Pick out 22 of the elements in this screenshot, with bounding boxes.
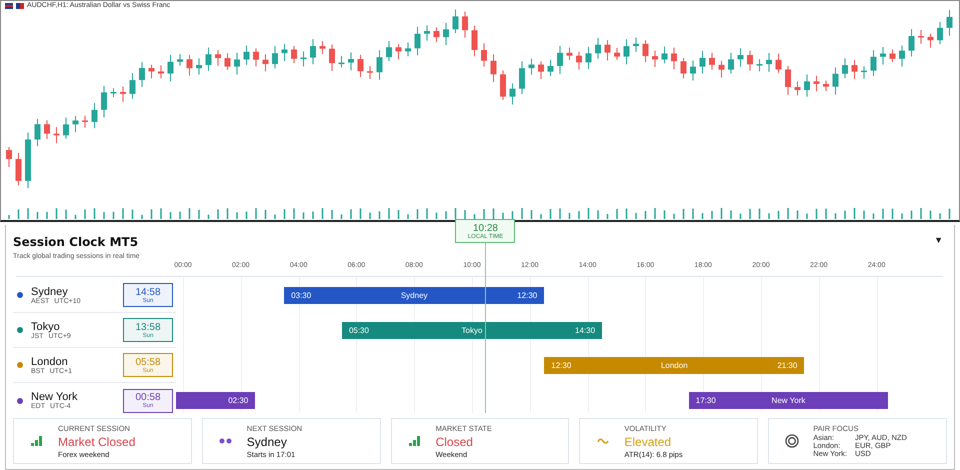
session-bar: 05:30 Tokyo 14:30 [342, 322, 602, 339]
card-value: Closed [436, 434, 474, 449]
city-name: Sydney [31, 286, 69, 298]
card-value: Market Closed [58, 434, 136, 449]
flag-icon [5, 2, 13, 8]
signal-bars-icon [408, 434, 422, 448]
city-name: New York [31, 391, 78, 403]
session-bar: 02:30 [176, 392, 256, 409]
city-name: Tokyo [31, 320, 61, 332]
flag-icon [16, 2, 24, 8]
wave-icon [596, 437, 610, 446]
session-bar: 12:30 London 21:30 [544, 357, 804, 374]
card-value: Sydney [246, 434, 288, 449]
card-value: Elevated [624, 434, 672, 449]
dropdown-toggle[interactable]: ▼ [934, 235, 943, 245]
session-bar: 17:30 New York [688, 392, 888, 409]
city-name: London [31, 356, 69, 368]
target-icon [785, 434, 800, 448]
panel-title: Session Clock MT5 [13, 235, 140, 249]
dots-icon [218, 438, 233, 444]
session-bar: 03:30 Sydney 12:30 [284, 287, 544, 304]
signal-bars-icon [30, 434, 44, 448]
